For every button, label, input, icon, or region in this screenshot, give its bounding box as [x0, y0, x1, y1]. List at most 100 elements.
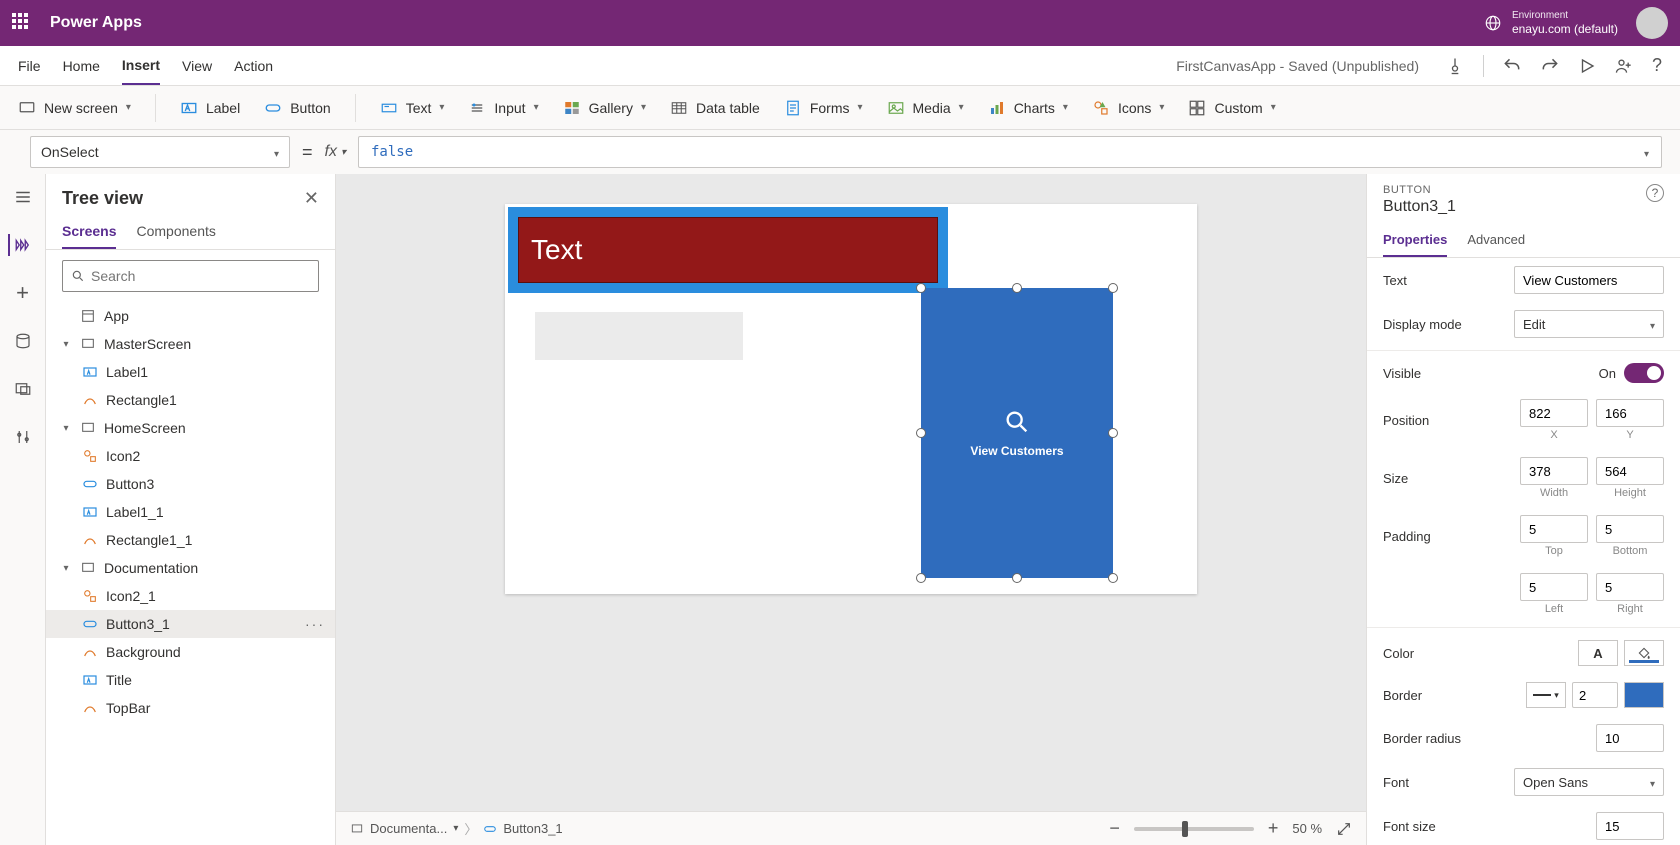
prop-border-label: Border — [1383, 688, 1422, 703]
tab-properties[interactable]: Properties — [1383, 224, 1447, 257]
tree-item-rectangle1[interactable]: Rectangle1 — [46, 386, 335, 414]
resize-handle[interactable] — [916, 573, 926, 583]
rail-media-icon[interactable] — [12, 378, 34, 400]
formula-input[interactable]: false — [358, 136, 1662, 168]
fx-icon[interactable]: fx▾ — [325, 143, 346, 161]
resize-handle[interactable] — [1012, 573, 1022, 583]
prop-border-color[interactable] — [1624, 682, 1664, 708]
tree-item-label1[interactable]: Label1 — [46, 358, 335, 386]
resize-handle[interactable] — [916, 428, 926, 438]
prop-radius-input[interactable] — [1596, 724, 1664, 752]
tree-item-title[interactable]: Title — [46, 666, 335, 694]
menu-home[interactable]: Home — [63, 48, 100, 84]
canvas-label-selection[interactable]: Text — [508, 207, 948, 293]
tree-search-input[interactable] — [91, 268, 310, 284]
rail-tree-view-icon[interactable] — [8, 234, 34, 256]
tree-item-homescreen[interactable]: ▾ HomeScreen — [46, 414, 335, 442]
insert-gallery-dropdown[interactable]: Gallery▾ — [563, 99, 646, 117]
close-icon[interactable]: ✕ — [304, 188, 319, 209]
prop-border-width[interactable] — [1572, 682, 1618, 708]
canvas-label-control[interactable]: Text — [518, 217, 938, 283]
prop-height[interactable] — [1596, 457, 1664, 485]
prop-pad-bottom[interactable] — [1596, 515, 1664, 543]
new-screen-button[interactable]: New screen▾ — [18, 99, 131, 117]
prop-text-input[interactable] — [1514, 266, 1664, 294]
canvas-screen[interactable]: Text View Customers — [505, 204, 1197, 594]
prop-visible-toggle[interactable] — [1624, 363, 1664, 383]
tree-item-icon2[interactable]: Icon2 — [46, 442, 335, 470]
zoom-slider[interactable] — [1134, 827, 1254, 831]
help-icon[interactable]: ? — [1646, 184, 1664, 202]
canvas-button-control[interactable]: View Customers — [921, 288, 1113, 578]
tab-components[interactable]: Components — [136, 215, 215, 249]
insert-button-button[interactable]: Button — [264, 99, 330, 117]
tree-item-icon2-1[interactable]: Icon2_1 — [46, 582, 335, 610]
prop-position-y[interactable] — [1596, 399, 1664, 427]
prop-pad-left[interactable] — [1520, 573, 1588, 601]
tree-item-label1-1[interactable]: Label1_1 — [46, 498, 335, 526]
zoom-in-button[interactable]: + — [1268, 818, 1279, 839]
menu-action[interactable]: Action — [234, 48, 273, 84]
tab-advanced[interactable]: Advanced — [1467, 224, 1525, 257]
redo-icon[interactable] — [1540, 56, 1560, 76]
tree-search[interactable] — [62, 260, 319, 292]
tab-screens[interactable]: Screens — [62, 215, 116, 249]
zoom-out-button[interactable]: − — [1109, 818, 1120, 839]
rail-add-icon[interactable]: + — [12, 282, 34, 304]
tree-item-documentation[interactable]: ▾ Documentation — [46, 554, 335, 582]
prop-position-x[interactable] — [1520, 399, 1588, 427]
prop-display-mode-select[interactable]: Edit — [1514, 310, 1664, 338]
insert-text-dropdown[interactable]: Text▾ — [380, 99, 445, 117]
insert-icons-dropdown[interactable]: Icons▾ — [1092, 99, 1165, 117]
tree-item-button3[interactable]: Button3 — [46, 470, 335, 498]
tree-item-button3-1[interactable]: Button3_1 ··· — [46, 610, 335, 638]
menu-file[interactable]: File — [18, 48, 41, 84]
prop-border-style[interactable]: ▾ — [1526, 682, 1566, 708]
app-checker-icon[interactable] — [1445, 56, 1465, 76]
undo-icon[interactable] — [1502, 56, 1522, 76]
resize-handle[interactable] — [1108, 573, 1118, 583]
tree-item-topbar[interactable]: TopBar — [46, 694, 335, 722]
breadcrumb-control[interactable]: Button3_1 — [503, 821, 562, 836]
insert-media-dropdown[interactable]: Media▾ — [887, 99, 964, 117]
tree-item-background[interactable]: Background — [46, 638, 335, 666]
resize-handle[interactable] — [1012, 283, 1022, 293]
user-avatar[interactable] — [1636, 7, 1668, 39]
tree-item-masterscreen[interactable]: ▾ MasterScreen — [46, 330, 335, 358]
data-table-icon — [670, 99, 688, 117]
prop-pad-top[interactable] — [1520, 515, 1588, 543]
resize-handle[interactable] — [1108, 428, 1118, 438]
canvas-rectangle[interactable] — [535, 312, 743, 360]
insert-charts-dropdown[interactable]: Charts▾ — [988, 99, 1068, 117]
prop-fill-color[interactable] — [1624, 640, 1664, 666]
prop-font-color[interactable]: A — [1578, 640, 1618, 666]
insert-custom-dropdown[interactable]: Custom▾ — [1188, 99, 1275, 117]
insert-label-button[interactable]: Label — [180, 99, 240, 117]
fit-screen-icon[interactable] — [1336, 821, 1352, 837]
rail-tools-icon[interactable] — [12, 426, 34, 448]
tree-item-app[interactable]: App — [46, 302, 335, 330]
property-selector[interactable]: OnSelect — [30, 136, 290, 168]
rail-hamburger-icon[interactable] — [12, 186, 34, 208]
prop-font-select[interactable]: Open Sans — [1514, 768, 1664, 796]
play-icon[interactable] — [1578, 57, 1596, 75]
prop-font-size-input[interactable] — [1596, 812, 1664, 840]
breadcrumb-screen[interactable]: Documenta... — [370, 821, 447, 836]
prop-pad-right[interactable] — [1596, 573, 1664, 601]
app-launcher-icon[interactable] — [12, 13, 32, 33]
canvas-stage[interactable]: Text View Customers — [336, 174, 1366, 811]
tree-item-rectangle1-1[interactable]: Rectangle1_1 — [46, 526, 335, 554]
rail-data-icon[interactable] — [12, 330, 34, 352]
prop-width[interactable] — [1520, 457, 1588, 485]
help-icon[interactable]: ? — [1652, 55, 1662, 76]
insert-data-table-button[interactable]: Data table — [670, 99, 760, 117]
share-icon[interactable] — [1614, 56, 1634, 76]
resize-handle[interactable] — [916, 283, 926, 293]
menu-insert[interactable]: Insert — [122, 47, 160, 85]
menu-view[interactable]: View — [182, 48, 212, 84]
insert-input-dropdown[interactable]: Input▾ — [468, 99, 538, 117]
more-icon[interactable]: ··· — [305, 616, 325, 632]
resize-handle[interactable] — [1108, 283, 1118, 293]
environment-picker[interactable]: Environment enayu.com (default) — [1484, 10, 1618, 36]
insert-forms-dropdown[interactable]: Forms▾ — [784, 99, 863, 117]
